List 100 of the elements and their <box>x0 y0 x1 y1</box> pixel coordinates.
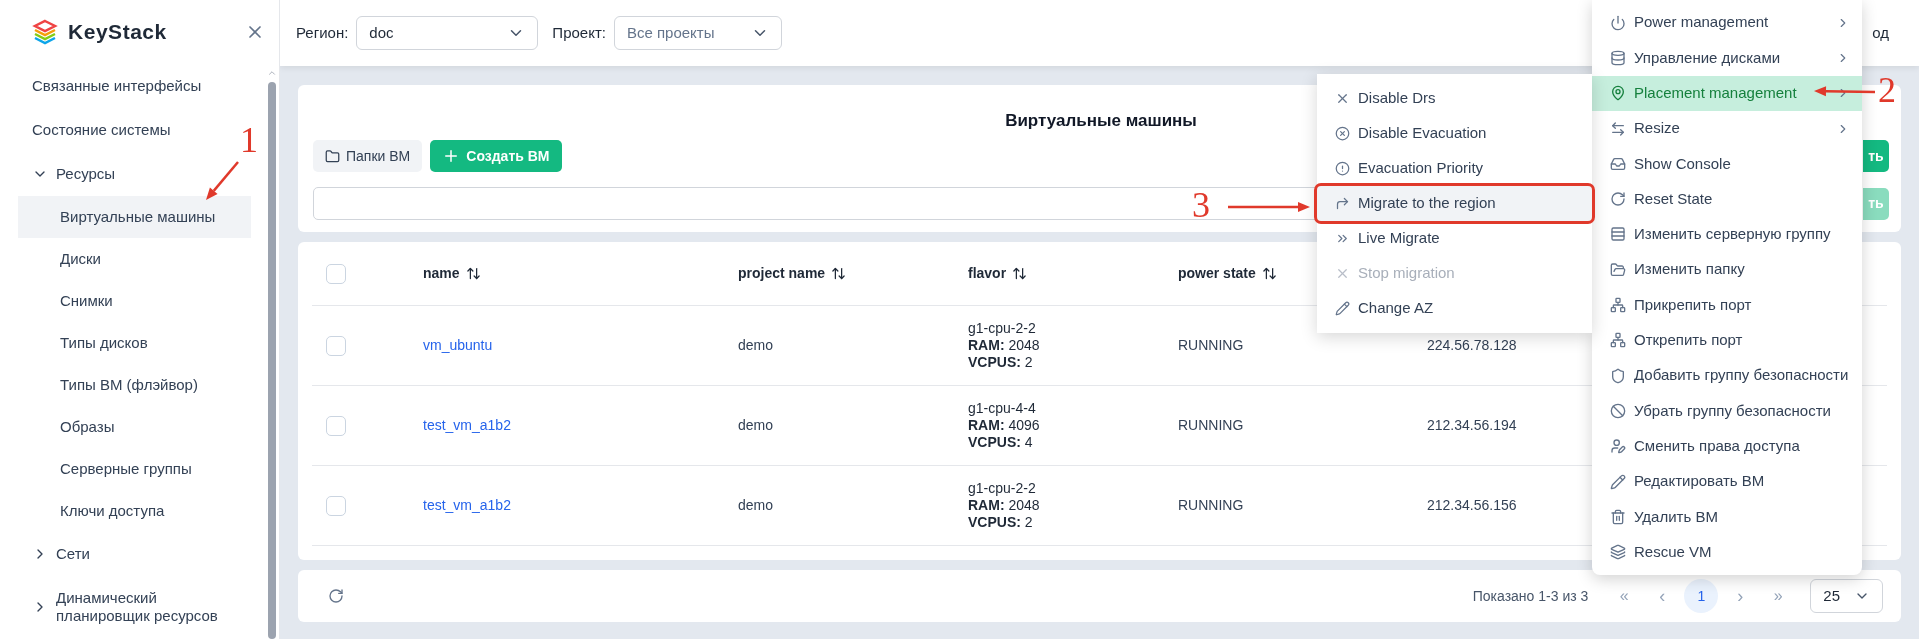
region-select[interactable]: doc <box>356 16 539 50</box>
folder-icon <box>1610 261 1626 278</box>
sidebar-subitem[interactable]: Диски <box>18 238 251 280</box>
sidebar-subitem[interactable]: Снимки <box>18 280 251 322</box>
column-header[interactable]: flavor <box>968 263 1028 284</box>
folders-button[interactable]: Папки ВМ <box>313 140 423 172</box>
sidebar-subitem[interactable]: Виртуальные машины <box>18 196 251 238</box>
menu-item[interactable]: Power management <box>1592 5 1862 41</box>
close-icon <box>1335 91 1350 106</box>
sort-icon <box>1261 266 1277 281</box>
checkbox[interactable] <box>326 263 346 284</box>
logo-text: KeyStack <box>68 19 167 46</box>
sort-icon <box>831 266 847 281</box>
sidebar-subitem[interactable]: Ключи доступа <box>18 490 251 532</box>
alert-icon <box>1335 161 1350 176</box>
pencil-icon <box>1335 301 1350 316</box>
menu-item[interactable]: Сменить права доступа <box>1592 428 1862 464</box>
close-icon <box>1335 266 1350 281</box>
table-cell: RUNNING <box>1178 417 1244 433</box>
shield-icon <box>1610 367 1626 384</box>
flavor-cell-text: g1-cpu-2-2 RAM: 2048 VCPUS: 2 <box>968 480 1041 531</box>
sidebar-subitem[interactable]: Образы <box>18 406 251 448</box>
flavor-cell-text: g1-cpu-2-2 RAM: 2048 VCPUS: 2 <box>968 320 1041 371</box>
power-icon <box>1610 14 1626 31</box>
menu-item[interactable]: Resize <box>1592 110 1862 147</box>
table-cell: RUNNING <box>1178 497 1244 513</box>
table-cell: RUNNING <box>1178 337 1244 353</box>
database-icon <box>1610 49 1626 66</box>
annotation-arrow <box>206 161 239 200</box>
menu-item[interactable]: Placement management <box>1592 75 1862 111</box>
submenu-item[interactable]: Disable Evacuation <box>1317 116 1592 151</box>
submenu-item[interactable]: Evacuation Priority <box>1317 151 1592 186</box>
menu-item[interactable]: Прикрепить порт <box>1592 287 1862 323</box>
layers-icon <box>1610 544 1626 561</box>
vm-name-link[interactable]: test_vm_a1b2 <box>423 497 511 513</box>
menu-item[interactable]: Редактировать ВМ <box>1592 463 1862 500</box>
sort-icon <box>465 266 481 281</box>
pagination-summary: Показано 1-3 из 3 <box>1472 586 1589 606</box>
table-cell: demo <box>738 337 774 353</box>
table-cell: 224.56.78.128 <box>1427 337 1517 353</box>
menu-item[interactable]: Изменить серверную группу <box>1592 216 1862 253</box>
column-header[interactable]: project name <box>738 263 847 284</box>
region-label: Регион: <box>296 22 349 43</box>
vm-name-link[interactable]: vm_ubuntu <box>423 337 493 353</box>
checkbox[interactable] <box>326 415 346 436</box>
project-label: Проект: <box>552 22 606 43</box>
scroll-up-icon[interactable] <box>267 68 277 78</box>
annotation-arrow <box>1814 86 1876 97</box>
table-cell: demo <box>738 417 774 433</box>
user-edit-icon <box>1610 438 1626 455</box>
column-header[interactable]: power state <box>1178 263 1277 284</box>
map-pin-icon <box>1610 85 1626 102</box>
refresh-icon[interactable] <box>328 588 344 604</box>
sidebar-subitem[interactable]: Типы ВМ (флэйвор) <box>18 364 251 406</box>
menu-item[interactable]: Reset State <box>1592 181 1862 217</box>
annotation-number: 3 <box>1192 185 1210 225</box>
table-cell: demo <box>738 497 774 513</box>
logo-icon <box>32 19 58 45</box>
flavor-cell-text: g1-cpu-4-4 RAM: 4096 VCPUS: 4 <box>968 400 1041 451</box>
vm-name-link[interactable]: test_vm_a1b2 <box>423 417 511 433</box>
submenu-item[interactable]: Live Migrate <box>1317 221 1592 256</box>
menu-item[interactable]: Изменить папку <box>1592 252 1862 288</box>
rotate-icon <box>1610 191 1626 208</box>
project-select[interactable]: Все проекты <box>613 16 782 50</box>
submenu-item[interactable]: Migrate to the region <box>1317 186 1592 221</box>
ban-icon <box>1610 402 1626 419</box>
menu-item[interactable]: Rescue VM <box>1592 534 1862 570</box>
submenu-item[interactable]: Disable Drs <box>1317 81 1592 116</box>
menu-item[interactable]: Show Console <box>1592 146 1862 182</box>
trash-icon <box>1610 508 1626 525</box>
sidebar-item[interactable]: Связанные интерфейсы <box>0 64 249 108</box>
sidebar-subitem[interactable]: Типы дисков <box>18 322 251 364</box>
checkbox[interactable] <box>326 335 346 356</box>
menu-item[interactable]: Управление дисками <box>1592 40 1862 76</box>
search-field[interactable] <box>313 187 1316 220</box>
sort-icon <box>1012 266 1028 281</box>
pencil-icon <box>1610 473 1626 490</box>
menu-item[interactable]: Убрать группу безопасности <box>1592 393 1862 429</box>
table-cell: 212.34.56.156 <box>1427 497 1517 513</box>
page-size-select[interactable]: 25 <box>1810 579 1883 613</box>
page-title: Виртуальные машины <box>1005 111 1197 131</box>
menu-item[interactable]: Открепить порт <box>1592 322 1862 358</box>
sidebar-subitem[interactable]: Серверные группы <box>18 448 251 490</box>
column-header[interactable]: name <box>423 263 481 284</box>
rows-icon <box>1610 226 1626 243</box>
circle-x-icon <box>1335 126 1350 141</box>
sidebar-item[interactable]: Динамический планировщик ресурсов <box>0 576 249 638</box>
inbox-icon <box>1610 155 1626 172</box>
folder-icon <box>325 148 340 164</box>
submenu-item[interactable]: Change AZ <box>1317 291 1592 326</box>
menu-item[interactable]: Добавить группу безопасности <box>1592 357 1862 394</box>
sidebar-item[interactable]: Сети <box>0 532 249 576</box>
annotation-number: 2 <box>1878 70 1896 110</box>
scrollbar[interactable] <box>267 68 277 639</box>
arrows-icon <box>1610 120 1626 137</box>
user-menu-text[interactable]: од <box>1872 21 1889 45</box>
checkbox[interactable] <box>326 495 346 516</box>
menu-item[interactable]: Удалить ВМ <box>1592 499 1862 535</box>
table-cell: 212.34.56.194 <box>1427 417 1517 433</box>
page-button[interactable]: 1 <box>1684 579 1719 613</box>
